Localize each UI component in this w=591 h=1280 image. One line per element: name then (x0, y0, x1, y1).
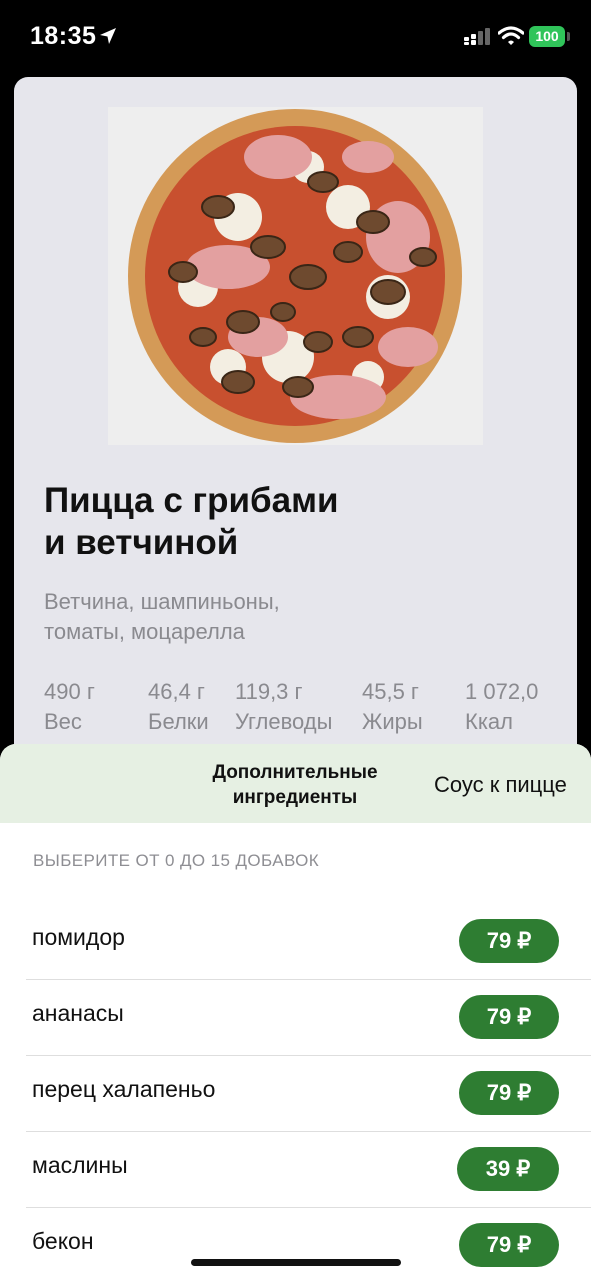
nutrition-value: 1 072,0 (465, 679, 539, 704)
list-item[interactable]: перец халапеньо 79 ₽ (26, 1055, 591, 1132)
list-item[interactable]: бекон 79 ₽ (26, 1207, 591, 1280)
addons-sheet: Дополнительные ингредиенты Соус к пицце … (0, 744, 591, 1280)
nutrition-label: Углеводы (235, 709, 333, 734)
nutrition-label: Жиры (362, 709, 423, 734)
nutrition-value: 46,4 г (148, 679, 205, 704)
clock: 18:35 (30, 22, 97, 50)
price-button[interactable]: 79 ₽ (459, 1223, 559, 1267)
nutrition-value: 45,5 г (362, 679, 419, 704)
status-bar: 18:35 100 (0, 0, 591, 76)
tab-extra-ingredients[interactable]: Дополнительные ингредиенты (180, 760, 410, 810)
signal-icon (464, 28, 490, 45)
product-description: Ветчина, шампиньоны, томаты, моцарелла (44, 587, 464, 647)
price-button[interactable]: 79 ₽ (459, 995, 559, 1039)
item-name: помидор (32, 924, 125, 950)
tab-bar: Дополнительные ингредиенты Соус к пицце (0, 744, 591, 823)
location-arrow-icon (100, 28, 116, 44)
nutrition-fat: 45,5 г Жиры (362, 677, 423, 737)
nutrition-weight: 490 г Вес (44, 677, 95, 737)
battery-cap (567, 32, 570, 41)
price-button[interactable]: 39 ₽ (457, 1147, 559, 1191)
product-title: Пицца с грибами и ветчиной (44, 480, 564, 564)
nutrition-label: Вес (44, 709, 82, 734)
selection-hint: ВЫБЕРИТЕ ОТ 0 ДО 15 ДОБАВОК (33, 851, 320, 870)
nutrition-value: 119,3 г (235, 679, 303, 704)
list-item[interactable]: помидор 79 ₽ (26, 903, 591, 980)
nutrition-label: Ккал (465, 709, 513, 734)
nutrition-value: 490 г (44, 679, 95, 704)
item-name: бекон (32, 1228, 94, 1254)
tab-label-line2: ингредиенты (232, 787, 358, 808)
product-title-line2: и ветчиной (44, 523, 239, 562)
product-description-line1: Ветчина, шампиньоны, (44, 589, 280, 614)
home-indicator[interactable] (191, 1259, 401, 1266)
nutrition-label: Белки (148, 709, 209, 734)
wifi-icon (498, 26, 524, 45)
nutrition-carbs: 119,3 г Углеводы (235, 677, 332, 737)
pizza-image (128, 109, 462, 443)
product-card: Пицца с грибами и ветчиной Ветчина, шамп… (14, 77, 577, 797)
battery-icon: 100 (529, 26, 565, 47)
item-name: перец халапеньо (32, 1076, 216, 1102)
tab-label-line1: Дополнительные (212, 762, 378, 783)
list-item[interactable]: маслины 39 ₽ (26, 1131, 591, 1208)
nutrition-protein: 46,4 г Белки (148, 677, 209, 737)
price-button[interactable]: 79 ₽ (459, 919, 559, 963)
item-name: ананасы (32, 1000, 124, 1026)
tab-pizza-sauce[interactable]: Соус к пицце (434, 772, 567, 798)
product-title-line1: Пицца с грибами (44, 481, 339, 520)
item-name: маслины (32, 1152, 128, 1178)
pizza-photo (108, 107, 483, 445)
price-button[interactable]: 79 ₽ (459, 1071, 559, 1115)
nutrition-kcal: 1 072,0 Ккал (465, 677, 538, 737)
product-description-line2: томаты, моцарелла (44, 619, 245, 644)
list-item[interactable]: ананасы 79 ₽ (26, 979, 591, 1056)
